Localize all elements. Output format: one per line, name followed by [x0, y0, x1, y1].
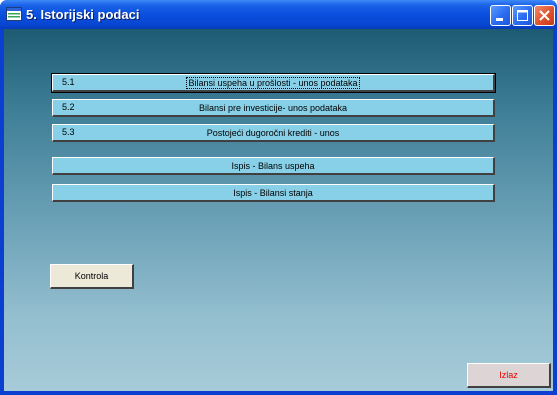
menu-item-label: Bilansi uspeha u prošlosti - unos podata… — [186, 77, 360, 89]
window-frame-bottom — [0, 391, 557, 395]
form-icon — [6, 7, 22, 21]
menu-item-label: Ispis - Bilans uspeha — [231, 161, 315, 171]
close-button[interactable] — [534, 5, 555, 26]
menu-item-ispis-bilansi-stanja[interactable]: Ispis - Bilansi stanja — [52, 184, 495, 202]
client-area: 5.1 Bilansi uspeha u prošlosti - unos po… — [4, 29, 553, 391]
menu-item-label: Postojeći dugoročni krediti - unos — [206, 128, 340, 138]
minimize-button[interactable] — [490, 5, 511, 26]
close-icon — [539, 10, 550, 21]
maximize-icon — [517, 10, 528, 21]
izlaz-button[interactable]: Izlaz — [467, 363, 551, 388]
menu-item-ispis-bilans-uspeha[interactable]: Ispis - Bilans uspeha — [52, 157, 495, 175]
app-window: 5. Istorijski podaci 5.1 Bilansi uspeha … — [0, 0, 557, 395]
window-title: 5. Istorijski podaci — [26, 7, 140, 22]
kontrola-button[interactable]: Kontrola — [50, 264, 134, 289]
menu-item-label: Ispis - Bilansi stanja — [233, 188, 313, 198]
menu-item-5-2[interactable]: 5.2 Bilansi pre investicije- unos podata… — [52, 99, 495, 117]
menu-item-5-3[interactable]: 5.3 Postojeći dugoročni krediti - unos — [52, 124, 495, 142]
minimize-icon — [496, 18, 503, 21]
maximize-button[interactable] — [512, 5, 533, 26]
menu-item-5-1[interactable]: 5.1 Bilansi uspeha u prošlosti - unos po… — [51, 73, 496, 93]
menu-item-label: Bilansi pre investicije- unos podataka — [198, 103, 348, 113]
title-bar[interactable]: 5. Istorijski podaci — [0, 0, 557, 29]
